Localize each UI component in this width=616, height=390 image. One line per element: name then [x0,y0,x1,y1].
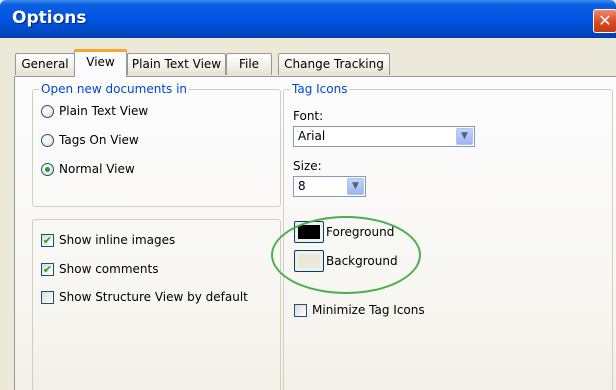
window-title: Options [12,8,87,28]
checkbox-label: Minimize Tag Icons [312,303,425,317]
radio-plain-text-view[interactable]: Plain Text View [41,104,148,118]
checkbox[interactable] [41,290,54,304]
radio-normal-view[interactable]: Normal View [41,162,135,176]
dropdown-arrow-icon[interactable]: ▼ [347,178,364,195]
foreground-label: Foreground [326,225,395,239]
background-swatch [298,254,320,268]
radio-label: Tags On View [59,133,139,147]
font-value: Arial [298,129,326,143]
radio-button[interactable] [41,133,54,147]
size-value: 8 [298,179,306,193]
tab-file[interactable]: File [226,53,272,75]
radio-button[interactable] [41,104,54,118]
dialog-body: General View Plain Text View File Change… [0,38,616,390]
radio-button[interactable] [41,162,54,176]
checkbox-show-comments[interactable]: ✔ Show comments [41,262,158,276]
group-legend: Open new documents in [39,82,190,96]
checkbox-label: Show comments [59,262,159,276]
font-label: Font: [293,109,324,123]
radio-label: Normal View [59,162,135,176]
checkbox[interactable]: ✔ [41,262,54,276]
background-color-button[interactable] [294,250,324,272]
tab-general[interactable]: General [15,53,75,75]
checkbox-show-structure-view[interactable]: Show Structure View by default [41,290,248,304]
tab-plain-text-view[interactable]: Plain Text View [127,53,226,75]
checkbox-label: Show Structure View by default [59,290,248,304]
checkbox-minimize-tag-icons[interactable]: Minimize Tag Icons [294,303,425,317]
foreground-color-button[interactable] [294,221,324,243]
tab-label: File [238,57,260,71]
foreground-swatch [298,225,320,239]
checkbox[interactable] [294,303,307,317]
check-icon: ✔ [42,233,53,247]
check-icon: ✔ [42,262,53,276]
size-select[interactable]: 8 ▼ [293,176,366,197]
checkbox[interactable]: ✔ [41,233,54,247]
view-tab-panel: Open new documents in Plain Text View Ta… [14,76,616,390]
group-legend: Tag Icons [290,82,350,96]
tab-label: General [21,57,69,71]
checkbox-show-inline-images[interactable]: ✔ Show inline images [41,233,175,247]
close-icon: ✕ [598,11,612,30]
background-label: Background [326,254,398,268]
tab-label: View [86,55,115,69]
tab-label: Change Tracking [284,57,384,71]
tab-label: Plain Text View [131,57,222,71]
font-select[interactable]: Arial ▼ [293,126,475,147]
close-button[interactable]: ✕ [593,9,616,33]
size-label: Size: [293,159,322,173]
options-dialog: Options ✕ General View Plain Text View F… [0,0,616,390]
dropdown-arrow-icon[interactable]: ▼ [456,128,473,145]
radio-label: Plain Text View [59,104,149,118]
tab-view[interactable]: View [74,49,127,77]
tab-change-tracking[interactable]: Change Tracking [278,53,390,75]
radio-tags-on-view[interactable]: Tags On View [41,133,139,147]
title-bar[interactable]: Options ✕ [0,0,616,38]
checkbox-label: Show inline images [59,233,176,247]
